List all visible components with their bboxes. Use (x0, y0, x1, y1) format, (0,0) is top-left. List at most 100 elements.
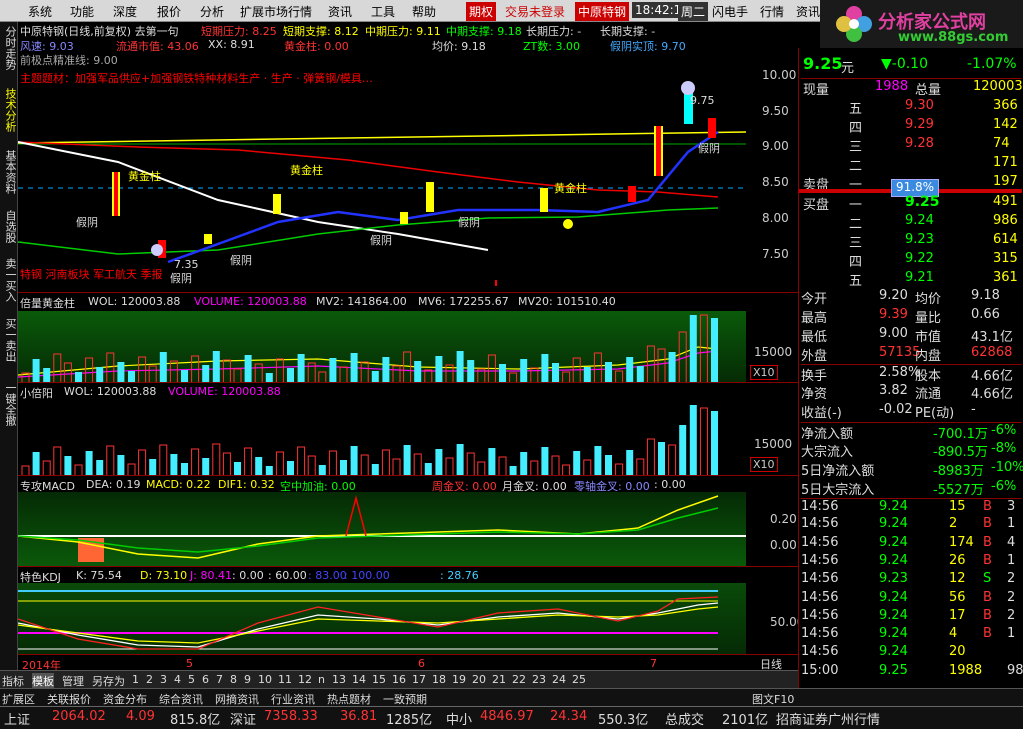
vol1-chart[interactable] (18, 311, 746, 383)
menu-item-analysis[interactable]: 分析 (200, 3, 224, 20)
template-tab[interactable]: 24 (552, 673, 566, 686)
menu-item-tools[interactable]: 工具 (371, 3, 395, 20)
template-tab[interactable]: n (318, 673, 325, 686)
tab-intraday[interactable]: 分时走势 (2, 26, 17, 82)
info-button[interactable]: 资讯 (796, 3, 820, 20)
extension-tab[interactable]: 关联报价 (47, 691, 91, 707)
extension-tab[interactable]: 行业资讯 (271, 691, 315, 707)
extension-tab[interactable]: 热点题材 (327, 691, 371, 707)
quote-button[interactable]: 行情 (760, 3, 784, 20)
total-amount: 2101亿 (722, 713, 769, 728)
menu-item-function[interactable]: 功能 (70, 3, 94, 20)
template-tab[interactable]: 22 (512, 673, 526, 686)
volume-bar (350, 446, 358, 476)
ask-row: 五 9.30 366 (801, 98, 1022, 117)
template-tab[interactable]: 19 (452, 673, 466, 686)
tick-row: 14:56 9.23 12 S 2 (801, 571, 1022, 589)
stat-row: 收益(-) -0.02 PE(动) - (801, 402, 1022, 421)
template-tab[interactable]: 管理 (62, 673, 84, 689)
template-tab[interactable]: 15 (372, 673, 386, 686)
volume-bar (85, 451, 93, 476)
template-tab[interactable]: 4 (174, 673, 181, 686)
tick-row: 14:56 9.24 26 B 1 (801, 553, 1022, 571)
tab-fundamentals[interactable]: 基本资料 (2, 150, 17, 206)
template-tab[interactable]: 1 (132, 673, 139, 686)
volume-bar (234, 462, 241, 476)
template-tab[interactable]: 11 (278, 673, 292, 686)
tab-cancel-all[interactable]: 一键全撤 (2, 382, 17, 438)
ask-level: 二 (849, 159, 863, 174)
macd-pane[interactable]: 专攻MACD DEA: 0.19 MACD: 0.22 DIF1: 0.32 空… (18, 475, 798, 567)
template-tab[interactable]: 另存为 (92, 673, 125, 689)
side-tabs: 分时走势 技术分析 基本资料 自选股 卖一买入 买一卖出 一键全撤 (0, 22, 18, 670)
template-tab[interactable]: 14 (352, 673, 366, 686)
f10-button[interactable]: 图文F10 (752, 691, 794, 707)
kdj-pane[interactable]: 特色KDJ K: 75.54 D: 73.10 J: 80.41 : 0.00 … (18, 566, 804, 655)
stat-value: 9.39 (879, 307, 908, 322)
template-tab[interactable]: 9 (244, 673, 251, 686)
template-tab[interactable]: 2 (146, 673, 153, 686)
x-axis: 2014年 5 6 7 日线 (18, 654, 798, 672)
trade-login-status[interactable]: 交易未登录 (505, 3, 565, 20)
tick-side: B (983, 516, 992, 532)
flow-amount: -5527万 (933, 483, 984, 498)
chart-area[interactable]: 中原特钢(日线,前复权) 去第一句 短期压力: 8.25 短期支撑: 8.12 … (18, 22, 804, 672)
template-tab[interactable]: 10 (258, 673, 272, 686)
template-tab[interactable]: 23 (532, 673, 546, 686)
stock-name-tab[interactable]: 中原特钢 (575, 2, 630, 21)
template-tab[interactable]: 25 (572, 673, 586, 686)
extension-tab[interactable]: 一致预期 (383, 691, 427, 707)
price-chart[interactable] (18, 22, 746, 292)
template-tab[interactable]: 13 (332, 673, 346, 686)
flash-trade-button[interactable]: 闪电手 (712, 3, 748, 20)
template-tab[interactable]: 12 (298, 673, 312, 686)
menu-item-depth[interactable]: 深度 (113, 3, 137, 20)
label-high-price: 9.75 (690, 94, 715, 107)
macd-dif: DIF1: 0.32 (218, 478, 275, 491)
vol2-chart[interactable] (18, 401, 746, 476)
extension-tab[interactable]: 资金分布 (103, 691, 147, 707)
tab-watchlist[interactable]: 自选股 (2, 210, 17, 254)
menu-item-ext-market[interactable]: 扩展市场行情 (240, 3, 312, 20)
tab-buy1-sell[interactable]: 买一卖出 (2, 318, 17, 374)
template-tab[interactable]: 20 (472, 673, 486, 686)
template-tab[interactable]: 7 (216, 673, 223, 686)
stat-label: 最高 (801, 311, 828, 326)
kdj-chart[interactable] (18, 583, 746, 655)
volume-pane-1[interactable]: 倍量黄金柱 WOL: 120003.88 VOLUME: 120003.88 M… (18, 292, 798, 383)
tab-sell1-buy[interactable]: 卖一买入 (2, 258, 17, 314)
tab-technical[interactable]: 技术分析 (2, 88, 17, 144)
ask-row: 一 197 (801, 174, 1022, 193)
menu-item-quote[interactable]: 报价 (157, 3, 181, 20)
volume-pane-2[interactable]: 小倍阳 WOL: 120003.88 VOLUME: 120003.88 150… (18, 382, 798, 476)
volume-bar (159, 352, 167, 383)
template-tab[interactable]: 17 (412, 673, 426, 686)
tick-price: 9.23 (879, 571, 908, 587)
template-tab[interactable]: 6 (202, 673, 209, 686)
template-tab[interactable]: 18 (432, 673, 446, 686)
menu-item-system[interactable]: 系统 (28, 3, 52, 20)
extension-tab[interactable]: 网摘资讯 (215, 691, 259, 707)
template-tab[interactable]: 指标 (2, 673, 24, 689)
price-pane[interactable]: 中原特钢(日线,前复权) 去第一句 短期压力: 8.25 短期支撑: 8.12 … (18, 22, 798, 292)
options-button[interactable]: 期权 (466, 2, 497, 21)
template-tab[interactable]: 5 (188, 673, 195, 686)
volume-bar (413, 453, 422, 476)
flow-pct: -10% (991, 460, 1023, 475)
volume-bar (583, 459, 592, 476)
template-tab[interactable]: 3 (160, 673, 167, 686)
template-tab[interactable]: 16 (392, 673, 406, 686)
extension-tab[interactable]: 扩展区 (2, 691, 35, 707)
template-tab[interactable]: 21 (492, 673, 506, 686)
label-low-price: 7.35 (174, 258, 199, 271)
macd-chart[interactable] (18, 492, 746, 567)
menu-item-info[interactable]: 资讯 (328, 3, 352, 20)
template-tab[interactable]: 8 (230, 673, 237, 686)
volume-bar (456, 444, 464, 476)
flow-amount: -890.5万 (933, 445, 988, 460)
extension-tab[interactable]: 综合资讯 (159, 691, 203, 707)
template-tab[interactable]: 模板 (32, 673, 54, 689)
vol2-wol: WOL: 120003.88 (64, 385, 157, 398)
volume-bar (657, 348, 666, 383)
menu-item-help[interactable]: 帮助 (412, 3, 436, 20)
